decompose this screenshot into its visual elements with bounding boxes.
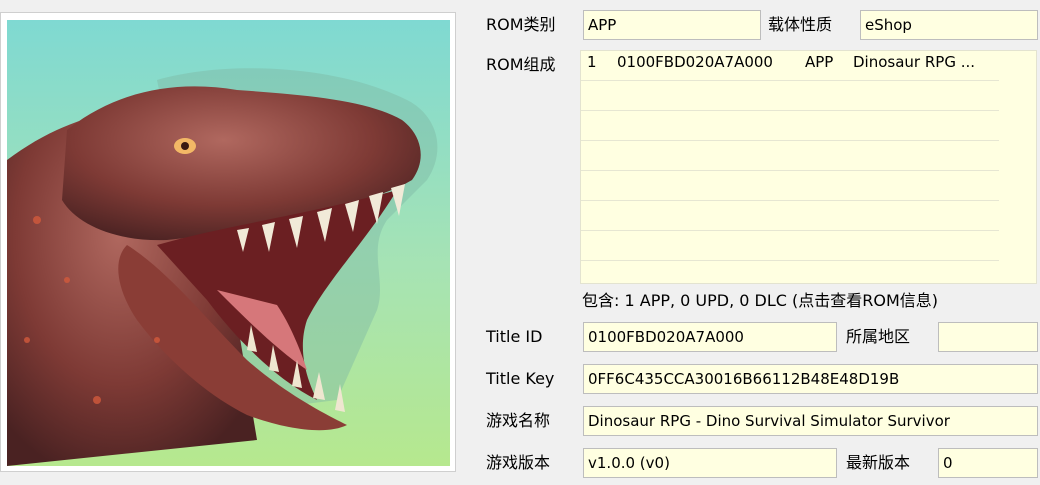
rom-type-field[interactable]: APP bbox=[583, 10, 761, 40]
rom-type-label: ROM类别 bbox=[486, 15, 556, 34]
game-name-label: 游戏名称 bbox=[486, 411, 551, 430]
region-field[interactable] bbox=[938, 322, 1038, 352]
list-item[interactable]: 1 0100FBD020A7A000 APP Dinosaur RPG ... bbox=[581, 51, 999, 81]
carrier-label: 载体性质 bbox=[768, 15, 833, 34]
game-version-label: 游戏版本 bbox=[486, 453, 551, 472]
rom-title-id: 0100FBD020A7A000 bbox=[617, 53, 773, 71]
title-key-field[interactable]: 0FF6C435CCA30016B66112B48E48D19B bbox=[583, 364, 1038, 394]
carrier-field[interactable]: eShop bbox=[860, 10, 1038, 40]
rom-type: APP bbox=[805, 53, 834, 71]
latest-version-field[interactable]: 0 bbox=[938, 448, 1038, 478]
contains-summary-link[interactable]: 包含: 1 APP, 0 UPD, 0 DLC (点击查看ROM信息) bbox=[582, 287, 938, 311]
region-label: 所属地区 bbox=[846, 327, 911, 346]
rom-content-label: ROM组成 bbox=[486, 55, 556, 74]
list-item bbox=[581, 231, 999, 261]
latest-version-label: 最新版本 bbox=[846, 453, 911, 472]
rom-content-list[interactable]: 1 0100FBD020A7A000 APP Dinosaur RPG ... bbox=[580, 50, 1037, 284]
cover-art-frame bbox=[0, 12, 456, 472]
rom-name: Dinosaur RPG ... bbox=[853, 53, 976, 71]
title-key-label: Title Key bbox=[486, 369, 555, 388]
game-cover-image bbox=[7, 20, 450, 466]
list-item bbox=[581, 201, 999, 231]
list-item bbox=[581, 111, 999, 141]
title-id-field[interactable]: 0100FBD020A7A000 bbox=[583, 322, 837, 352]
list-item bbox=[581, 171, 999, 201]
title-id-label: Title ID bbox=[486, 327, 543, 346]
game-name-field[interactable]: Dinosaur RPG - Dino Survival Simulator S… bbox=[583, 406, 1038, 436]
list-item bbox=[581, 141, 999, 171]
list-item bbox=[581, 81, 999, 111]
game-version-field[interactable]: v1.0.0 (v0) bbox=[583, 448, 837, 478]
rom-index: 1 bbox=[587, 53, 597, 71]
